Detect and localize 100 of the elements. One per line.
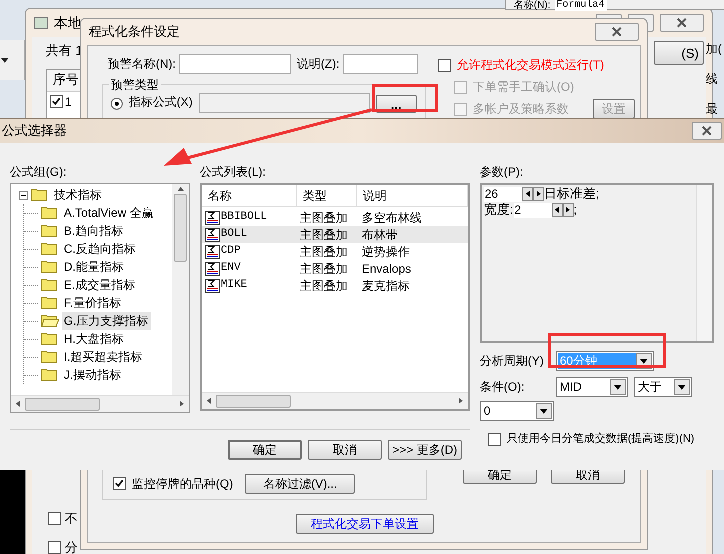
formula-row[interactable]: ENV 主图叠加 Envalops — [202, 260, 468, 277]
checkbox[interactable] — [48, 541, 61, 554]
table-cell-text: 1 — [65, 94, 72, 110]
param-label: 宽度: — [484, 201, 514, 220]
caret-icon[interactable] — [1, 58, 9, 62]
tree-item[interactable]: F.量价指标 — [62, 294, 124, 312]
tree-item[interactable]: I.超买超卖指标 — [62, 348, 145, 366]
description-field[interactable] — [342, 54, 418, 74]
formula-icon — [205, 210, 220, 224]
side-button[interactable]: (S) — [654, 41, 704, 65]
folder-icon — [41, 332, 59, 346]
table-cell-text: BBIBOLL — [221, 210, 268, 226]
ok-button[interactable]: 确定 — [228, 440, 302, 460]
table-cell-text: CDP — [221, 244, 241, 260]
cancel-button[interactable]: 取消 — [308, 440, 382, 460]
period-label: 分析周期(Y) — [480, 353, 545, 370]
tree-item[interactable]: C.反趋向指标 — [62, 240, 138, 258]
scroll-thumb[interactable] — [25, 398, 100, 410]
tree-item[interactable]: E.成交量指标 — [62, 276, 138, 294]
group-title: 预警类型 — [109, 76, 161, 94]
alert-name-field[interactable] — [179, 54, 291, 74]
condition-value-select[interactable]: 0 — [480, 401, 554, 421]
radio-button[interactable] — [111, 98, 123, 110]
option-label: 下单需手工确认(O) — [473, 79, 574, 96]
table-cell-text: BOLL — [221, 227, 248, 242]
name-field[interactable]: Formula4 — [554, 0, 607, 11]
column-header[interactable]: 名称 — [202, 185, 297, 206]
table-cell-text: 麦克指标 — [361, 278, 411, 294]
alert-name-label: 预警名称(N): — [108, 56, 176, 73]
table-cell-text: Envalops — [361, 260, 412, 278]
table-cell-text: 主图叠加 — [299, 278, 349, 294]
formula-row[interactable]: CDP 主图叠加 逆势操作 — [202, 243, 468, 260]
formula-field[interactable] — [198, 93, 370, 113]
tree-item[interactable]: B.趋向指标 — [62, 222, 126, 240]
close-button[interactable] — [692, 122, 722, 140]
column-header[interactable]: 类型 — [297, 185, 357, 206]
name-label: 名称(N): — [514, 0, 551, 11]
cut-label: 线 — [706, 71, 718, 88]
folder-icon — [31, 188, 49, 202]
condition-line-select[interactable]: MID — [556, 377, 628, 397]
name-filter-button[interactable]: 名称过滤(V)... — [245, 474, 356, 494]
horizontal-scrollbar[interactable] — [11, 395, 189, 412]
vertical-scrollbar[interactable] — [172, 184, 189, 395]
table-cell-text: 逆势操作 — [361, 244, 411, 260]
scroll-thumb[interactable] — [174, 194, 187, 262]
tree-item[interactable]: D.能量指标 — [62, 258, 126, 276]
formula-row[interactable]: BBIBOLL 主图叠加 多空布林线 — [202, 209, 468, 226]
dialog-title: 公式选择器 — [2, 122, 67, 140]
close-icon[interactable] — [612, 27, 622, 37]
vertical-scrollbar[interactable] — [696, 185, 712, 341]
formula-row[interactable]: MIKE 主图叠加 麦克指标 — [202, 277, 468, 294]
more-button[interactable]: >>> 更多(D) — [388, 440, 462, 460]
cut-label: 加( — [706, 41, 722, 58]
highlight-frame — [372, 84, 438, 112]
column-header[interactable]: 说明 — [357, 185, 468, 206]
tick-data-label: 只使用今日分笔成交数据(提高速度)(N) — [507, 432, 695, 447]
param-field[interactable]: 26 — [484, 186, 522, 202]
horizontal-scrollbar[interactable] — [202, 392, 468, 409]
scroll-thumb[interactable] — [216, 394, 291, 408]
close-icon[interactable] — [702, 126, 712, 136]
close-button[interactable] — [660, 14, 704, 32]
spinner-icon[interactable] — [522, 187, 544, 201]
condition-operator-select[interactable]: 大于 — [634, 377, 692, 397]
formula-icon — [205, 262, 220, 276]
checkbox[interactable] — [50, 95, 63, 108]
close-icon[interactable] — [677, 18, 687, 28]
collapse-toggle-icon[interactable] — [19, 190, 28, 200]
formula-icon — [205, 228, 220, 242]
table-cell-text: 主图叠加 — [299, 210, 349, 226]
formula-icon — [205, 244, 220, 258]
checkbox[interactable] — [438, 58, 451, 72]
formula-row[interactable]: BOLL 主图叠加 布林带 — [202, 226, 468, 243]
order-settings-button[interactable]: 程式化交易下单设置 — [296, 514, 434, 534]
checkbox[interactable] — [113, 477, 126, 490]
table-cell-text: MIKE — [221, 278, 248, 294]
dialog-title: 程式化条件设定 — [89, 23, 180, 42]
folder-icon — [41, 242, 59, 256]
close-button[interactable] — [595, 23, 639, 41]
spinner-icon[interactable] — [552, 203, 574, 217]
folder-icon — [41, 296, 59, 310]
open-folder-icon — [41, 314, 59, 328]
radio-label: 指标公式(X) — [128, 94, 193, 111]
checkbox[interactable] — [488, 432, 501, 446]
table-cell-text: 主图叠加 — [299, 226, 349, 244]
allow-program-label: 允许程式化交易模式运行(T) — [457, 57, 604, 74]
tree-item[interactable]: 技术指标 — [52, 186, 104, 204]
monitor-suspended-label: 监控停牌的品种(Q) — [132, 476, 234, 492]
condition-label: 条件(O): — [480, 379, 526, 396]
tree-item[interactable]: G.压力支撑指标 — [62, 312, 151, 330]
tree-item[interactable]: H.大盘指标 — [62, 330, 126, 348]
tree-item[interactable]: A.TotalView 全赢 — [62, 204, 156, 222]
param-field[interactable]: 2 — [514, 202, 552, 218]
option-label: 分 — [65, 539, 78, 554]
table-cell-text: 多空布林线 — [361, 210, 423, 226]
tree-item[interactable]: J.摆动指标 — [62, 366, 124, 384]
folder-icon — [41, 368, 59, 382]
option-label: 多帐户及策略系数 — [473, 101, 569, 118]
table-cell-text: 布林带 — [361, 226, 399, 244]
checkbox[interactable] — [48, 512, 61, 525]
folder-icon — [41, 224, 59, 238]
